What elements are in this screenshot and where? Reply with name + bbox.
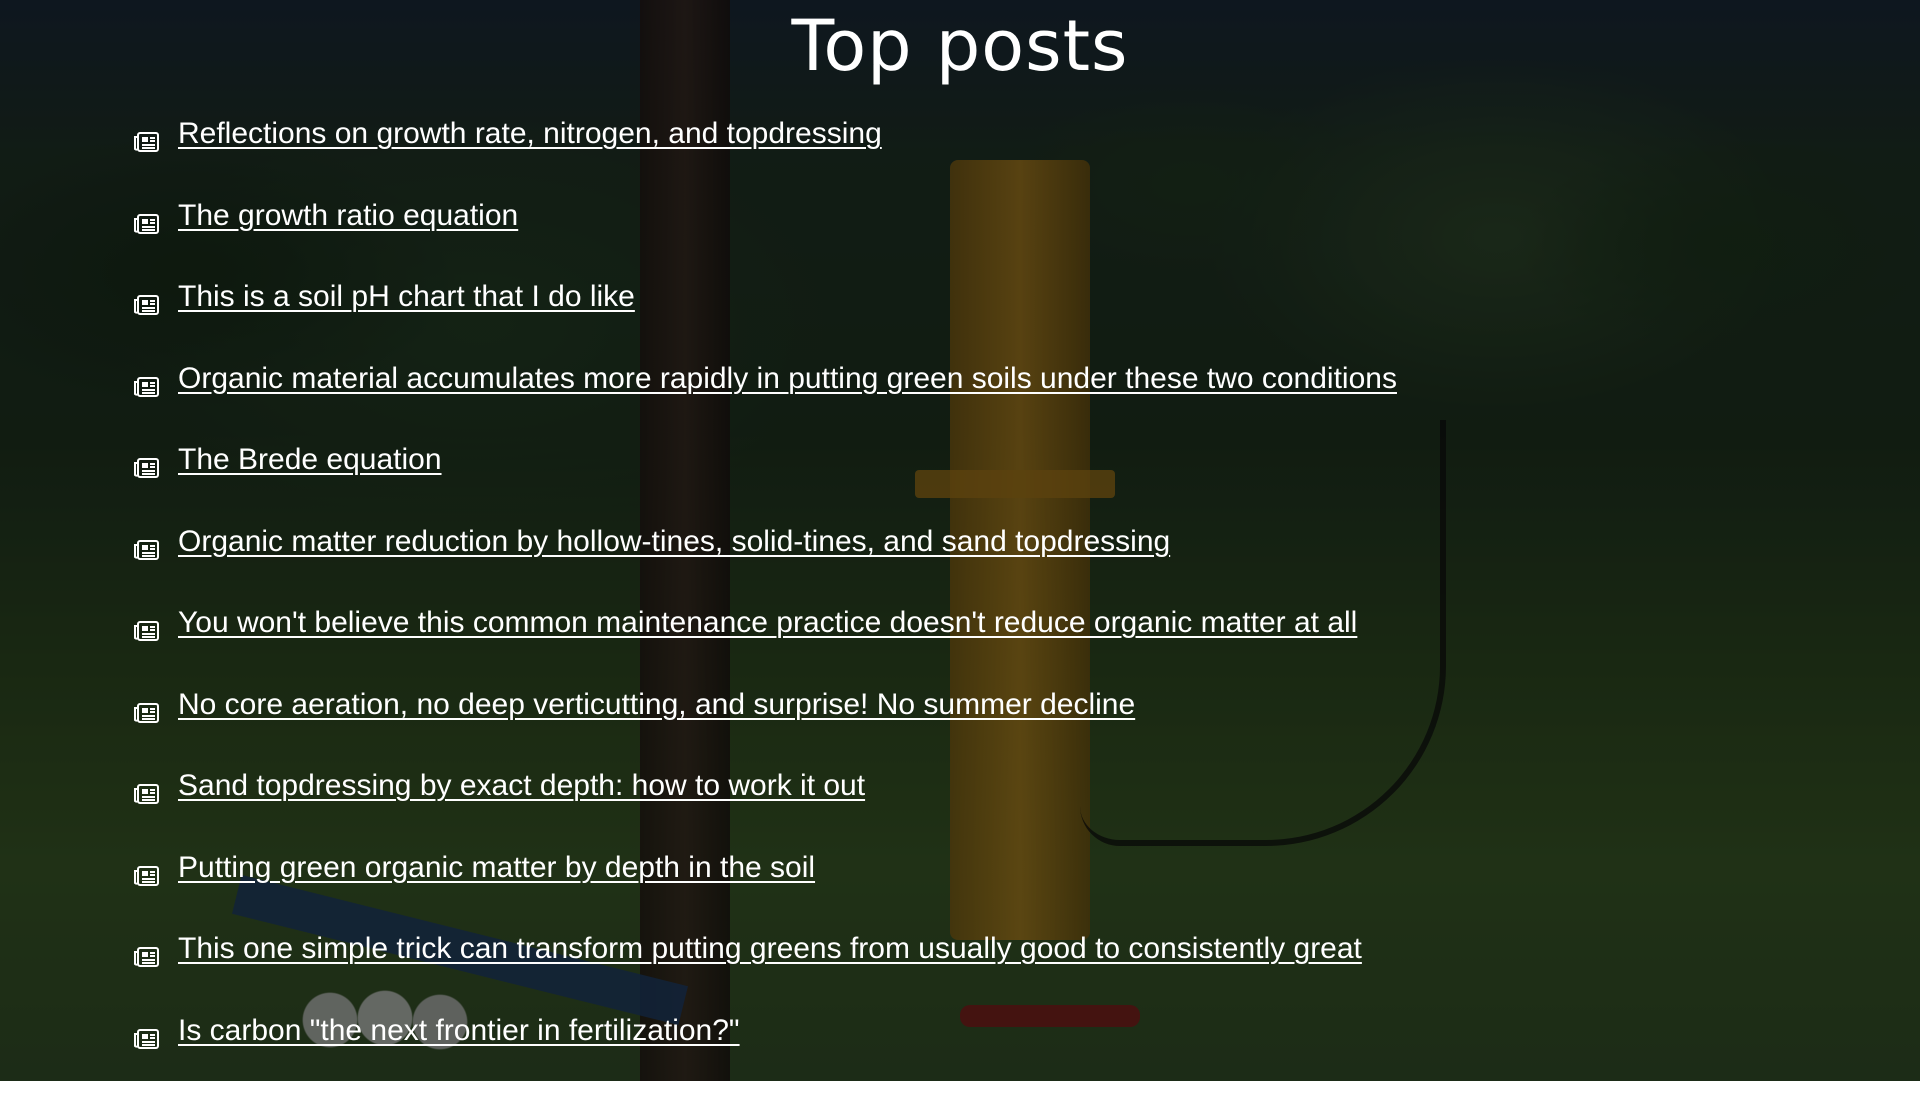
newspaper-icon [134,702,160,724]
post-link[interactable]: Organic matter reduction by hollow-tines… [178,525,1170,559]
post-link[interactable]: Reflections on growth rate, nitrogen, an… [178,117,882,151]
list-item: The growth ratio equation [134,199,1397,281]
newspaper-icon [134,457,160,479]
newspaper-icon [134,946,160,968]
posts-list: Reflections on growth rate, nitrogen, an… [134,117,1397,1095]
newspaper-icon [134,620,160,642]
list-item: You won't believe this common maintenanc… [134,606,1397,688]
list-item: Reflections on growth rate, nitrogen, an… [134,117,1397,199]
post-link[interactable]: You won't believe this common maintenanc… [178,606,1357,640]
post-link[interactable]: Putting green organic matter by depth in… [178,851,815,885]
list-item: Sand topdressing by exact depth: how to … [134,769,1397,851]
post-link[interactable]: This one simple trick can transform putt… [178,932,1362,966]
post-link[interactable]: Is carbon "the next frontier in fertiliz… [178,1014,740,1048]
list-item: Is carbon "the next frontier in fertiliz… [134,1014,1397,1095]
newspaper-icon [134,213,160,235]
list-item: Putting green organic matter by depth in… [134,851,1397,933]
newspaper-icon [134,1028,160,1050]
newspaper-icon [134,865,160,887]
post-link[interactable]: No core aeration, no deep verticutting, … [178,688,1135,722]
list-item: Organic material accumulates more rapidl… [134,362,1397,444]
list-item: This is a soil pH chart that I do like [134,280,1397,362]
list-item: No core aeration, no deep verticutting, … [134,688,1397,770]
newspaper-icon [134,131,160,153]
post-link[interactable]: The growth ratio equation [178,199,518,233]
list-item: This one simple trick can transform putt… [134,932,1397,1014]
newspaper-icon [134,783,160,805]
page-title: Top posts [0,6,1920,86]
top-posts-section: Top posts Reflections on growth rate, ni… [0,0,1920,1081]
post-link[interactable]: The Brede equation [178,443,442,477]
newspaper-icon [134,294,160,316]
post-link[interactable]: Sand topdressing by exact depth: how to … [178,769,865,803]
post-link[interactable]: Organic material accumulates more rapidl… [178,362,1397,396]
list-item: Organic matter reduction by hollow-tines… [134,525,1397,607]
newspaper-icon [134,376,160,398]
list-item: The Brede equation [134,443,1397,525]
post-link[interactable]: This is a soil pH chart that I do like [178,280,635,314]
newspaper-icon [134,539,160,561]
